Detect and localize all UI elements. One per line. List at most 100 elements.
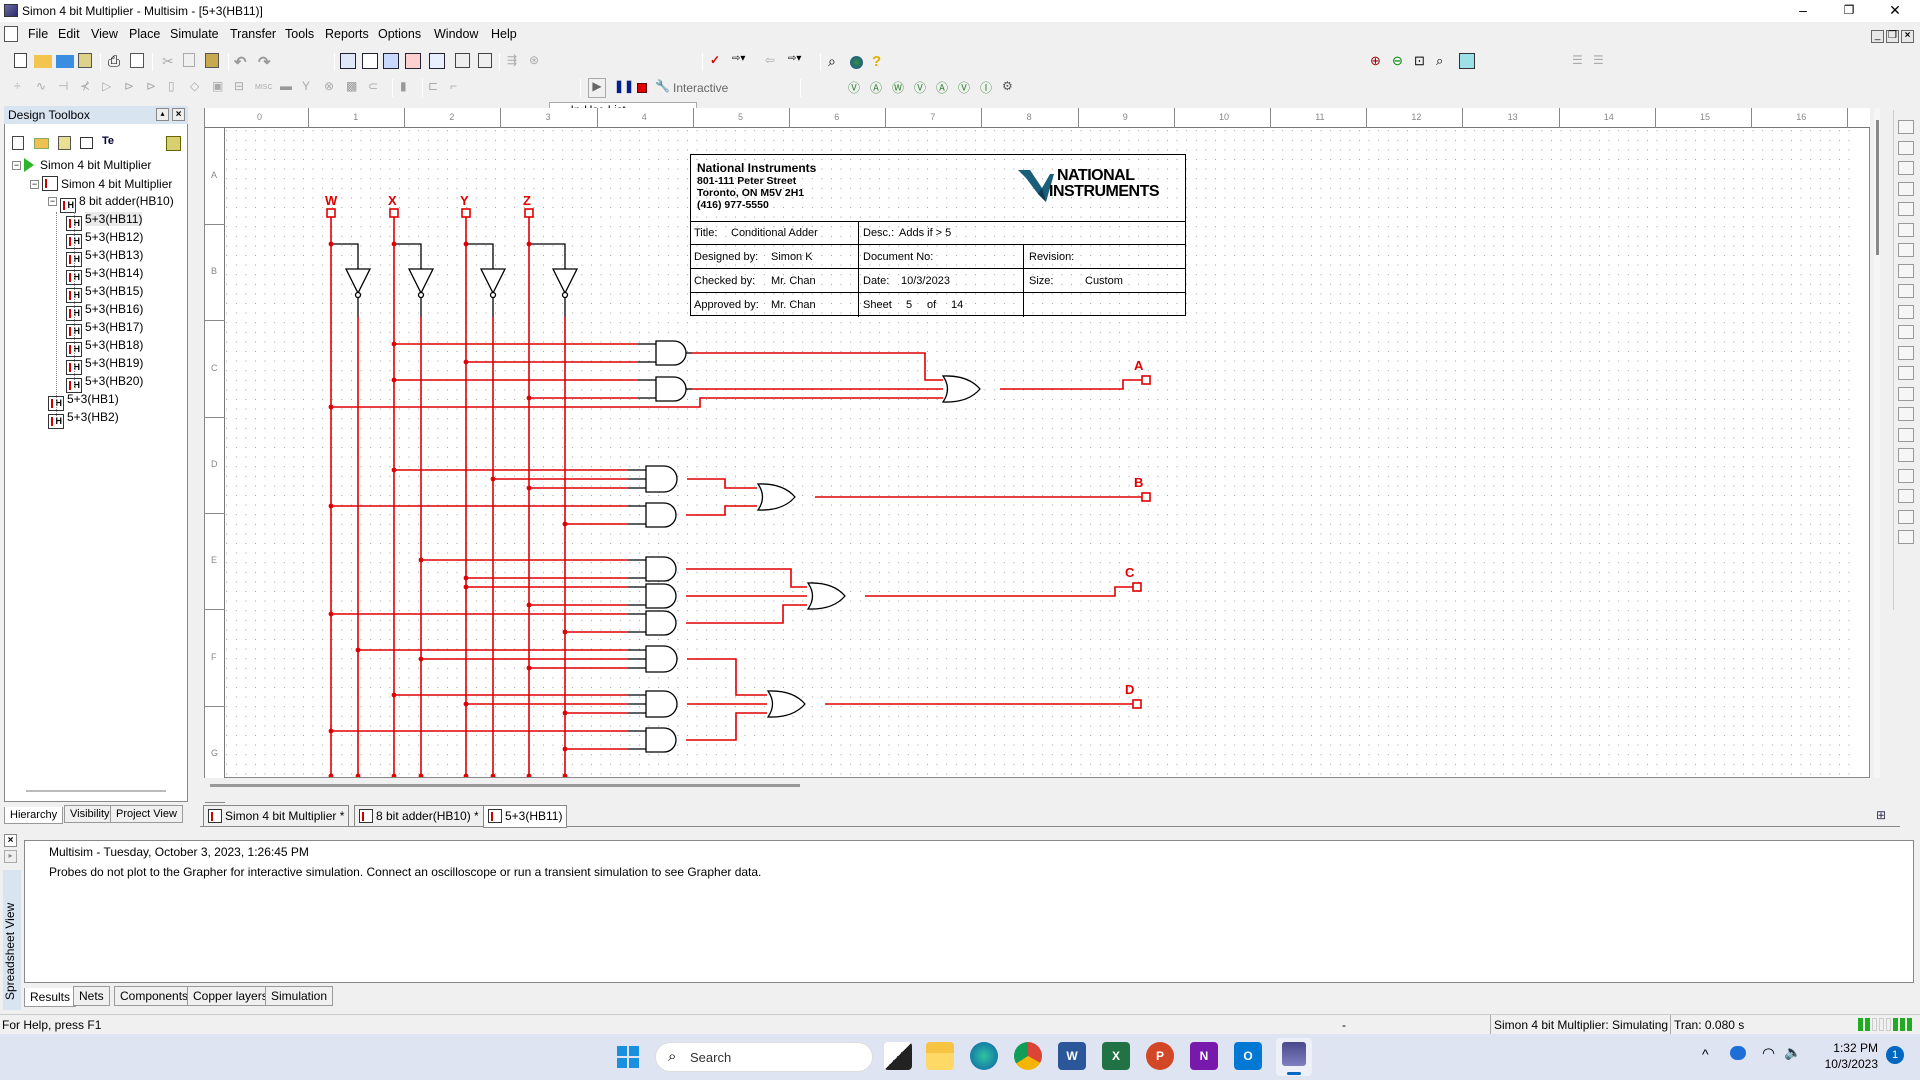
differential-voltage-probe-icon[interactable]: Ⓥ (914, 79, 932, 97)
wire-icon[interactable]: ⌐ (450, 79, 468, 97)
print-icon[interactable]: ⎙ (108, 53, 126, 71)
web-icon[interactable] (850, 56, 863, 69)
volume-icon[interactable]: 🔈 (1784, 1044, 1801, 1061)
electromechanical-icon[interactable]: ⊗ (324, 79, 342, 97)
tree-item[interactable]: H 5+3(HB13) (66, 248, 143, 267)
voltage-probe-icon[interactable]: Ⓥ (848, 79, 866, 97)
results-output[interactable]: Multisim - Tuesday, October 3, 2023, 1:2… (24, 840, 1914, 983)
tree-item[interactable]: H 5+3(HB19) (66, 356, 143, 375)
hierarchical-block-icon[interactable]: ▮ (400, 79, 418, 97)
tab-nets[interactable]: Nets (73, 986, 110, 1006)
menu-place[interactable]: Place (129, 27, 160, 41)
menu-simulate[interactable]: Simulate (170, 27, 219, 41)
chrome-icon[interactable] (1014, 1042, 1042, 1070)
logic-converter-icon[interactable] (1898, 284, 1914, 298)
iv-analyzer-icon[interactable] (1898, 325, 1914, 339)
help-icon[interactable]: ? (872, 53, 890, 71)
reference-probe-icon[interactable]: Ⓥ (958, 79, 976, 97)
restore-button[interactable]: ❐ (1826, 0, 1872, 22)
multimeter-icon[interactable] (1898, 120, 1914, 134)
mixed-icon[interactable]: ◇ (190, 79, 208, 97)
tree-item[interactable]: − H 8 bit adder(HB10) (48, 194, 174, 213)
tree-item[interactable]: H 5+3(HB17) (66, 320, 143, 339)
show-hidden-icons[interactable]: ^ (1702, 1046, 1709, 1062)
indicator-icon[interactable]: ▣ (212, 79, 230, 97)
canvas-corner-icon[interactable]: ⊞ (1876, 808, 1886, 822)
collapse-toggle[interactable]: − (12, 161, 21, 170)
menu-file[interactable]: File (28, 27, 48, 41)
toolbox-close-button[interactable]: × (172, 108, 185, 121)
document-icon[interactable] (4, 26, 18, 42)
new-icon[interactable] (14, 53, 27, 68)
open-sample-icon[interactable] (56, 55, 74, 68)
menu-reports[interactable]: Reports (325, 27, 369, 41)
diode-icon[interactable]: ⊣ (58, 79, 76, 97)
hierarchy-icon[interactable] (478, 53, 492, 68)
place-block-icon[interactable]: ⇶ (507, 53, 525, 71)
run-simulation-button[interactable]: ▶ (588, 78, 606, 98)
oscilloscope-icon[interactable] (1898, 181, 1914, 196)
collapse-toggle[interactable]: − (30, 180, 39, 189)
zoom-out-icon[interactable]: ⊖ (1392, 53, 1410, 71)
tree-item[interactable]: H 5+3(HB12) (66, 230, 143, 249)
open-design-icon[interactable] (34, 138, 49, 149)
agilent-oscilloscope-icon[interactable] (1898, 448, 1914, 462)
clock-time[interactable]: 1:32 PM (1818, 1041, 1878, 1055)
frequency-counter-icon[interactable] (1898, 243, 1914, 257)
current-probe-icon[interactable] (1898, 509, 1914, 524)
menu-transfer[interactable]: Transfer (230, 27, 276, 41)
notification-badge[interactable]: 1 (1886, 1046, 1904, 1064)
canvas-vscroll-thumb[interactable] (1876, 120, 1879, 255)
tab-components[interactable]: Components (114, 986, 195, 1006)
doc-tab-8-bit-adder[interactable]: 8 bit adder(HB10) * (354, 805, 484, 827)
source-icon[interactable]: ÷ (14, 79, 32, 97)
cmos-icon[interactable]: ⊳ (146, 79, 164, 97)
current-probe-icon[interactable]: Ⓐ (870, 79, 888, 97)
onedrive-icon[interactable] (1730, 1046, 1746, 1060)
tree-item[interactable]: H 5+3(HB18) (66, 338, 143, 357)
cut-icon[interactable]: ✂ (162, 53, 180, 71)
four-channel-oscilloscope-icon[interactable] (1898, 202, 1914, 216)
full-screen-icon[interactable] (1459, 53, 1475, 69)
menu-help[interactable]: Help (491, 27, 517, 41)
spreadsheet-icon[interactable] (362, 53, 378, 69)
edge-icon[interactable] (970, 1042, 998, 1070)
basic-icon[interactable]: ∿ (36, 79, 54, 97)
align-left-icon[interactable]: ☰ (1572, 53, 1590, 71)
ni-component-icon[interactable]: ▩ (346, 79, 364, 97)
doc-tab-5-3-hb11[interactable]: 5+3(HB11) (483, 805, 568, 828)
power-component-icon[interactable]: ⊟ (234, 79, 252, 97)
excel-icon[interactable]: X (1102, 1042, 1130, 1070)
digital-probe-icon[interactable]: Ⓘ (980, 79, 998, 97)
menu-tools[interactable]: Tools (285, 27, 314, 41)
toggle-design-toolbox-icon[interactable] (340, 53, 356, 69)
tektronix-oscilloscope-icon[interactable] (1898, 468, 1914, 483)
outlook-icon[interactable]: O (1234, 1042, 1262, 1070)
mcu-icon[interactable]: ▯ (168, 79, 186, 97)
print-preview-icon[interactable] (130, 53, 144, 68)
new-design-icon[interactable] (12, 136, 24, 150)
voltage-current-probe-icon[interactable]: Ⓐ (936, 79, 954, 97)
logic-analyzer-icon[interactable] (1898, 304, 1914, 319)
labview-instrument-icon[interactable] (1898, 489, 1914, 503)
bode-plotter-icon[interactable] (1898, 222, 1914, 237)
erc-check-icon[interactable]: ✓ (710, 53, 728, 71)
file-explorer-icon[interactable] (926, 1042, 954, 1070)
spectrum-analyzer-icon[interactable] (1898, 366, 1914, 380)
tab-copper-layers[interactable]: Copper layers (187, 986, 274, 1006)
power-probe-icon[interactable]: Ⓦ (892, 79, 910, 97)
rf-icon[interactable]: Y (302, 79, 320, 97)
tab-hierarchy[interactable]: Hierarchy (4, 807, 64, 824)
clock-date[interactable]: 10/3/2023 (1812, 1057, 1878, 1071)
close-button[interactable]: ✕ (1872, 0, 1918, 22)
align-right-icon[interactable]: ☰ (1593, 53, 1611, 71)
tab-project-view[interactable]: Project View (110, 805, 183, 823)
pause-simulation-button[interactable]: ❚❚ (614, 79, 634, 97)
mdi-close-button[interactable]: × (1901, 30, 1914, 43)
toolbox-float-button[interactable]: ▴ (156, 108, 169, 121)
transfer-icon[interactable]: ⇨▾ (788, 53, 806, 71)
wattmeter-icon[interactable] (1898, 161, 1914, 175)
wifi-icon[interactable]: ◠ (1762, 1044, 1775, 1062)
minimize-button[interactable]: – (1780, 0, 1826, 22)
copy-icon[interactable] (183, 53, 195, 67)
